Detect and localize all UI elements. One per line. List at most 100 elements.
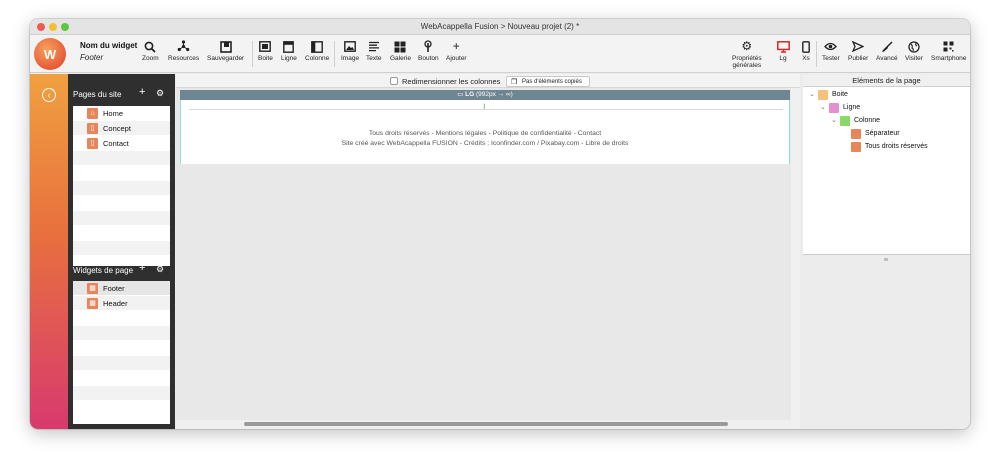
tree-node-label: Colonne <box>854 117 881 124</box>
resize-columns-checkbox[interactable] <box>390 77 398 85</box>
app-logo[interactable]: W <box>34 38 66 70</box>
panel-resize-handle[interactable] <box>884 258 888 261</box>
advanced-button[interactable]: Avancé <box>876 40 898 62</box>
visit-button[interactable]: Visiter <box>905 40 923 62</box>
row-label: Ligne <box>281 55 297 62</box>
toolbar-divider <box>252 41 253 67</box>
add-page-icon[interactable]: + <box>139 86 145 98</box>
footer-credits-text[interactable]: Site créé avec WebAcappella FUSION - Cré… <box>181 140 789 147</box>
globe-icon <box>907 40 921 53</box>
save-button[interactable]: Sauvegarder <box>207 40 244 62</box>
page-item-contact[interactable]: ▯ Contact <box>73 136 170 151</box>
column-icon <box>310 40 324 53</box>
smartphone-button[interactable]: Smartphone <box>931 40 966 62</box>
footer-links-text[interactable]: Tous droits réservés - Mentions légales … <box>181 130 789 137</box>
gallery-label: Galerie <box>390 55 411 62</box>
gallery-icon <box>393 40 407 53</box>
widget-name-value[interactable]: Footer <box>80 53 103 62</box>
widget-item-label: Header <box>103 299 128 308</box>
general-properties-button[interactable]: ⚙ Propriétés générales <box>732 39 762 70</box>
publish-button[interactable]: Publier <box>848 40 868 62</box>
widget-item-footer[interactable]: ▦ Footer <box>73 281 170 296</box>
tree-node-label: Tous droits réservés <box>865 143 928 150</box>
page-item-home[interactable]: ⌂ Home <box>73 106 170 121</box>
lg-label: Lg <box>779 55 787 62</box>
test-button[interactable]: Tester <box>822 40 840 62</box>
plus-icon: + <box>452 39 460 53</box>
main-toolbar: W Nom du widget Footer Zoom Resources Sa… <box>30 35 970 73</box>
button-label: Bouton <box>418 55 439 62</box>
empty-row <box>73 386 170 401</box>
props-label-2: générales <box>732 62 762 69</box>
empty-row <box>73 401 170 416</box>
lg-view-button[interactable]: Lg <box>776 40 790 62</box>
empty-row <box>73 311 170 326</box>
empty-row <box>73 166 170 181</box>
copy-icon: ❐ <box>511 79 518 86</box>
elements-tree: ⌄ Boite ⌄ Ligne ⌄ Colonne Séparateur Tou… <box>803 87 970 255</box>
empty-row <box>73 211 170 226</box>
title-bar: WebAcappella Fusion > Nouveau projet (2)… <box>30 19 970 35</box>
visit-label: Visiter <box>905 55 923 62</box>
elements-panel: Eléments de la page ⌄ Boite ⌄ Ligne ⌄ Co… <box>803 74 970 429</box>
pages-settings-icon[interactable]: ⚙ <box>156 88 164 99</box>
page-item-concept[interactable]: ▯ Concept <box>73 121 170 136</box>
breakpoint-name: LG <box>465 91 475 98</box>
text-icon <box>367 40 381 53</box>
widgets-settings-icon[interactable]: ⚙ <box>156 264 164 275</box>
send-icon <box>851 40 865 53</box>
image-label: Image <box>341 55 360 62</box>
broom-icon <box>880 40 894 53</box>
widget-item-header[interactable]: ▦ Header <box>73 296 170 311</box>
text-button[interactable]: Texte <box>366 40 382 62</box>
sidebar-strip: ‹ <box>30 74 68 429</box>
tree-node-label: Ligne <box>843 104 861 111</box>
chevron-down-icon[interactable]: ⌄ <box>820 103 826 111</box>
column-icon <box>840 116 850 126</box>
canvas-options-bar: Redimensionner les colonnes ❐ Pas d'élém… <box>176 74 800 88</box>
copied-elements-button[interactable]: ❐ Pas d'éléments copiés <box>506 76 590 87</box>
horizontal-scrollbar-thumb[interactable] <box>244 422 728 426</box>
xs-label: Xs <box>802 55 810 62</box>
column-button[interactable]: Colonne <box>305 40 329 62</box>
box-label: Boite <box>258 55 273 62</box>
save-icon <box>219 40 233 53</box>
button-button[interactable]: Bouton <box>418 40 439 62</box>
breakpoint-bar: ▭ LG (992px → ∞) <box>180 90 790 100</box>
toolbar-divider <box>334 41 335 67</box>
add-button[interactable]: + Ajouter <box>446 39 467 63</box>
text-label: Texte <box>366 55 382 62</box>
chevron-down-icon[interactable]: ⌄ <box>831 116 837 124</box>
chevron-down-icon[interactable]: ⌄ <box>809 90 815 98</box>
advanced-label: Avancé <box>876 55 898 62</box>
image-button[interactable]: Image <box>341 40 359 62</box>
xs-view-button[interactable]: Xs <box>799 40 813 62</box>
empty-row <box>73 181 170 196</box>
qr-icon <box>942 40 956 53</box>
widget-icon: ▦ <box>87 283 98 294</box>
vertical-scrollbar[interactable] <box>791 88 800 429</box>
home-icon: ⌂ <box>87 108 98 119</box>
row-icon <box>282 40 296 53</box>
add-widget-icon[interactable]: + <box>139 262 145 274</box>
tree-node-label: Séparateur <box>865 130 900 137</box>
empty-row <box>73 226 170 241</box>
back-arrow-icon[interactable]: ‹ <box>42 88 56 102</box>
gear-icon: ⚙ <box>741 39 753 53</box>
resize-columns-label: Redimensionner les colonnes <box>402 77 501 86</box>
left-panel: Pages du site + ⚙ ⌂ Home ▯ Concept ▯ Con… <box>68 74 175 429</box>
zoom-label: Zoom <box>142 55 159 62</box>
zoom-button[interactable]: Zoom <box>142 40 159 62</box>
editor-canvas-area: Redimensionner les colonnes ❐ Pas d'élém… <box>176 74 800 429</box>
separator-element[interactable] <box>189 109 783 110</box>
desktop-icon <box>776 40 790 53</box>
row-button[interactable]: Ligne <box>281 40 297 62</box>
column-label: Colonne <box>305 55 330 62</box>
save-label: Sauvegarder <box>207 55 245 62</box>
page-preview[interactable]: I Tous droits réservés - Mentions légale… <box>180 100 790 164</box>
widget-item-label: Footer <box>103 284 125 293</box>
gallery-button[interactable]: Galerie <box>390 40 411 62</box>
resources-button[interactable]: Resources <box>168 40 199 62</box>
tree-node-label: Boite <box>832 91 848 98</box>
box-button[interactable]: Boite <box>258 40 273 62</box>
